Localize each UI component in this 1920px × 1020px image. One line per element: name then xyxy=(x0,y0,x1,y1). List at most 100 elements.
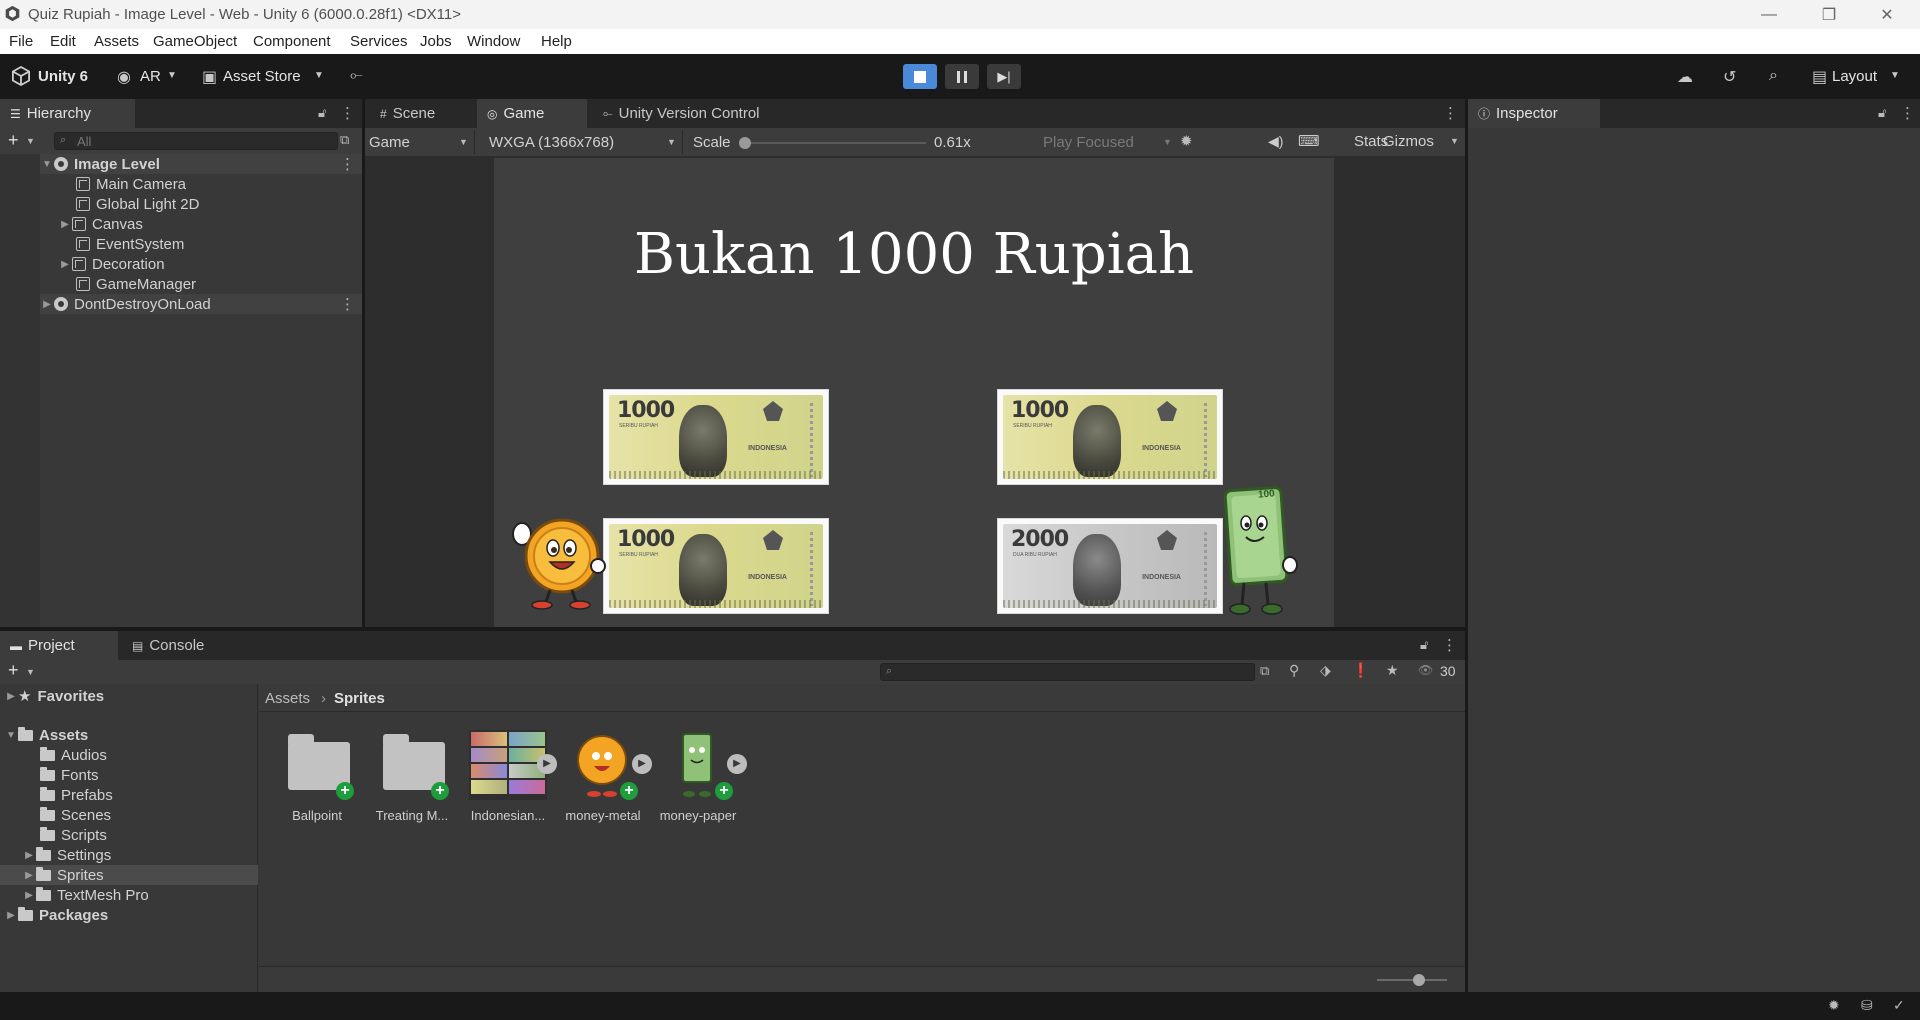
note-country: INDONESIA xyxy=(748,574,787,581)
tab-game[interactable]: ◎ Game xyxy=(477,99,587,128)
tree-item-fonts[interactable]: Fonts xyxy=(40,765,99,785)
keyboard-icon[interactable]: ⌨ xyxy=(1298,132,1320,150)
account-button[interactable]: AR xyxy=(140,68,161,85)
hierarchy-item-global-light-2d[interactable]: Global Light 2D xyxy=(76,194,199,214)
expand-sprites-icon[interactable]: ▶ xyxy=(632,754,652,774)
scale-slider[interactable] xyxy=(739,137,926,149)
menu-component[interactable]: Component xyxy=(253,33,331,50)
lock-icon[interactable]: 🔓︎ xyxy=(1420,637,1428,653)
hierarchy-item-gamemanager[interactable]: GameManager xyxy=(76,274,196,294)
tree-item-textmesh-pro[interactable]: ▶ TextMesh Pro xyxy=(22,885,149,905)
tab-hierarchy[interactable]: ☰ Hierarchy xyxy=(0,99,135,128)
tab-inspector[interactable]: ⓘ Inspector xyxy=(1468,99,1600,128)
breadcrumb-assets[interactable]: Assets xyxy=(265,690,310,707)
note-subtext: SERIBU RUPIAH xyxy=(619,552,658,558)
project-search-input[interactable]: ⌕ xyxy=(880,663,1255,681)
tree-item-favorites[interactable]: ▶ ★ Favorites xyxy=(4,686,104,706)
expand-sprites-icon[interactable]: ▶ xyxy=(537,754,557,774)
hierarchy-item-canvas[interactable]: ▶ Canvas xyxy=(58,214,143,234)
hierarchy-search-input[interactable]: ⌕ All xyxy=(54,132,338,150)
visibility-icon[interactable]: 👁︎ xyxy=(1418,663,1433,677)
history-icon[interactable]: ↺ xyxy=(1723,67,1736,87)
bug-icon[interactable]: ✹ xyxy=(1180,132,1193,150)
tree-item-prefabs[interactable]: Prefabs xyxy=(40,785,113,805)
answer-option-3[interactable]: 1000 SERIBU RUPIAH INDONESIA xyxy=(603,518,829,614)
warning-filter-icon[interactable]: ❗ xyxy=(1352,662,1369,679)
maximize-button[interactable]: ❐ xyxy=(1806,0,1852,29)
more-options-icon[interactable]: ⋮ xyxy=(340,104,355,122)
gizmos-button[interactable]: Gizmos xyxy=(1383,133,1434,150)
icon-size-slider[interactable] xyxy=(1377,974,1447,986)
hierarchy-item-dontdestroyonload[interactable]: ▶ DontDestroyOnLoad ⋮ xyxy=(40,294,362,314)
more-options-icon[interactable]: ⋮ xyxy=(340,155,355,173)
menu-jobs[interactable]: Jobs xyxy=(420,33,452,50)
chevron-down-icon: ▼ xyxy=(314,70,324,81)
pause-button[interactable] xyxy=(945,64,979,89)
debug-off-icon[interactable]: ✹ xyxy=(1828,997,1840,1014)
close-button[interactable]: ✕ xyxy=(1864,0,1910,29)
filter-by-type-icon[interactable]: ⚲ xyxy=(1289,662,1299,679)
unity-version-label[interactable]: Unity 6 xyxy=(38,68,88,85)
play-focused-dropdown[interactable]: Play Focused ▼ xyxy=(1037,130,1177,154)
tab-version-control[interactable]: ⟜ Unity Version Control xyxy=(593,99,770,128)
answer-option-2[interactable]: 1000 SERIBU RUPIAH INDONESIA xyxy=(997,389,1223,485)
tree-item-sprites[interactable]: ▶ Sprites xyxy=(0,865,258,885)
lock-icon[interactable]: 🔓︎ xyxy=(1878,105,1886,121)
display-dropdown[interactable]: Game ▼ xyxy=(365,130,475,154)
menu-help[interactable]: Help xyxy=(541,33,572,50)
cloud-icon[interactable]: ☁ xyxy=(1677,67,1693,87)
minimize-button[interactable]: — xyxy=(1746,0,1792,29)
tree-item-label: Sprites xyxy=(57,866,104,884)
more-options-icon[interactable]: ⋮ xyxy=(1900,104,1915,122)
add-icon[interactable]: + xyxy=(8,660,19,681)
gameobject-icon xyxy=(76,197,90,211)
answer-option-1[interactable]: 1000 SERIBU RUPIAH INDONESIA xyxy=(603,389,829,485)
star-icon[interactable]: ★ xyxy=(1386,662,1399,679)
version-control-icon[interactable]: ⟜ xyxy=(350,67,363,85)
search-options-icon[interactable]: ⧉ xyxy=(1260,663,1269,679)
breadcrumb-sprites[interactable]: Sprites xyxy=(334,690,385,707)
audio-icon[interactable]: ◀) xyxy=(1268,133,1283,150)
layout-dropdown[interactable]: Layout xyxy=(1832,68,1877,85)
answer-option-4[interactable]: 2000 DUA RIBU RUPIAH INDONESIA xyxy=(997,518,1223,614)
tree-item-packages[interactable]: ▶ Packages xyxy=(4,905,108,925)
search-icon[interactable]: ⌕ xyxy=(1769,67,1778,85)
menu-file[interactable]: File xyxy=(9,33,33,50)
lock-icon[interactable]: 🔓︎ xyxy=(318,105,326,121)
play-button[interactable] xyxy=(903,64,937,89)
chevron-down-icon[interactable]: ▼ xyxy=(1450,136,1459,146)
cache-server-icon[interactable]: ⛁ xyxy=(1861,997,1873,1014)
more-options-icon[interactable]: ⋮ xyxy=(1443,104,1458,122)
expand-sprites-icon[interactable]: ▶ xyxy=(727,754,747,774)
menu-assets[interactable]: Assets xyxy=(94,33,139,50)
menu-services[interactable]: Services xyxy=(350,33,408,50)
asset-store-button[interactable]: Asset Store xyxy=(223,68,301,85)
tree-item-audios[interactable]: Audios xyxy=(40,745,107,765)
hierarchy-item-eventsystem[interactable]: EventSystem xyxy=(76,234,184,254)
tab-console[interactable]: ▤ Console xyxy=(122,631,214,660)
game-view[interactable]: Bukan 1000 Rupiah 1000 SERIBU RUPIAH IND… xyxy=(494,158,1334,627)
more-options-icon[interactable]: ⋮ xyxy=(340,295,355,313)
search-options-icon[interactable]: ⧉ xyxy=(340,132,349,148)
scale-slider-thumb[interactable] xyxy=(739,137,751,149)
tab-project[interactable]: ▬ Project xyxy=(0,631,118,660)
tree-item-scenes[interactable]: Scenes xyxy=(40,805,111,825)
icon-size-slider-thumb[interactable] xyxy=(1413,974,1425,986)
tab-scene[interactable]: # Scene xyxy=(370,99,445,128)
hierarchy-item-image-level[interactable]: ▼ Image Level ⋮ xyxy=(40,154,362,174)
hierarchy-item-main-camera[interactable]: Main Camera xyxy=(76,174,186,194)
menu-gameobject[interactable]: GameObject xyxy=(153,33,237,50)
menu-edit[interactable]: Edit xyxy=(50,33,76,50)
tree-item-scripts[interactable]: Scripts xyxy=(40,825,107,845)
step-button[interactable]: ▶| xyxy=(987,64,1021,89)
resolution-dropdown[interactable]: WXGA (1366x768) ▼ xyxy=(483,130,683,154)
hierarchy-item-decoration[interactable]: ▶ Decoration xyxy=(58,254,164,274)
more-options-icon[interactable]: ⋮ xyxy=(1442,636,1457,654)
filter-by-label-icon[interactable]: ⬗ xyxy=(1320,662,1331,679)
tree-item-settings[interactable]: ▶ Settings xyxy=(22,845,111,865)
tree-item-assets[interactable]: ▼ Assets xyxy=(4,725,88,745)
menu-window[interactable]: Window xyxy=(467,33,520,50)
folder-icon xyxy=(36,866,51,881)
add-icon[interactable]: + xyxy=(8,130,19,151)
check-icon[interactable]: ✓ xyxy=(1893,997,1905,1014)
